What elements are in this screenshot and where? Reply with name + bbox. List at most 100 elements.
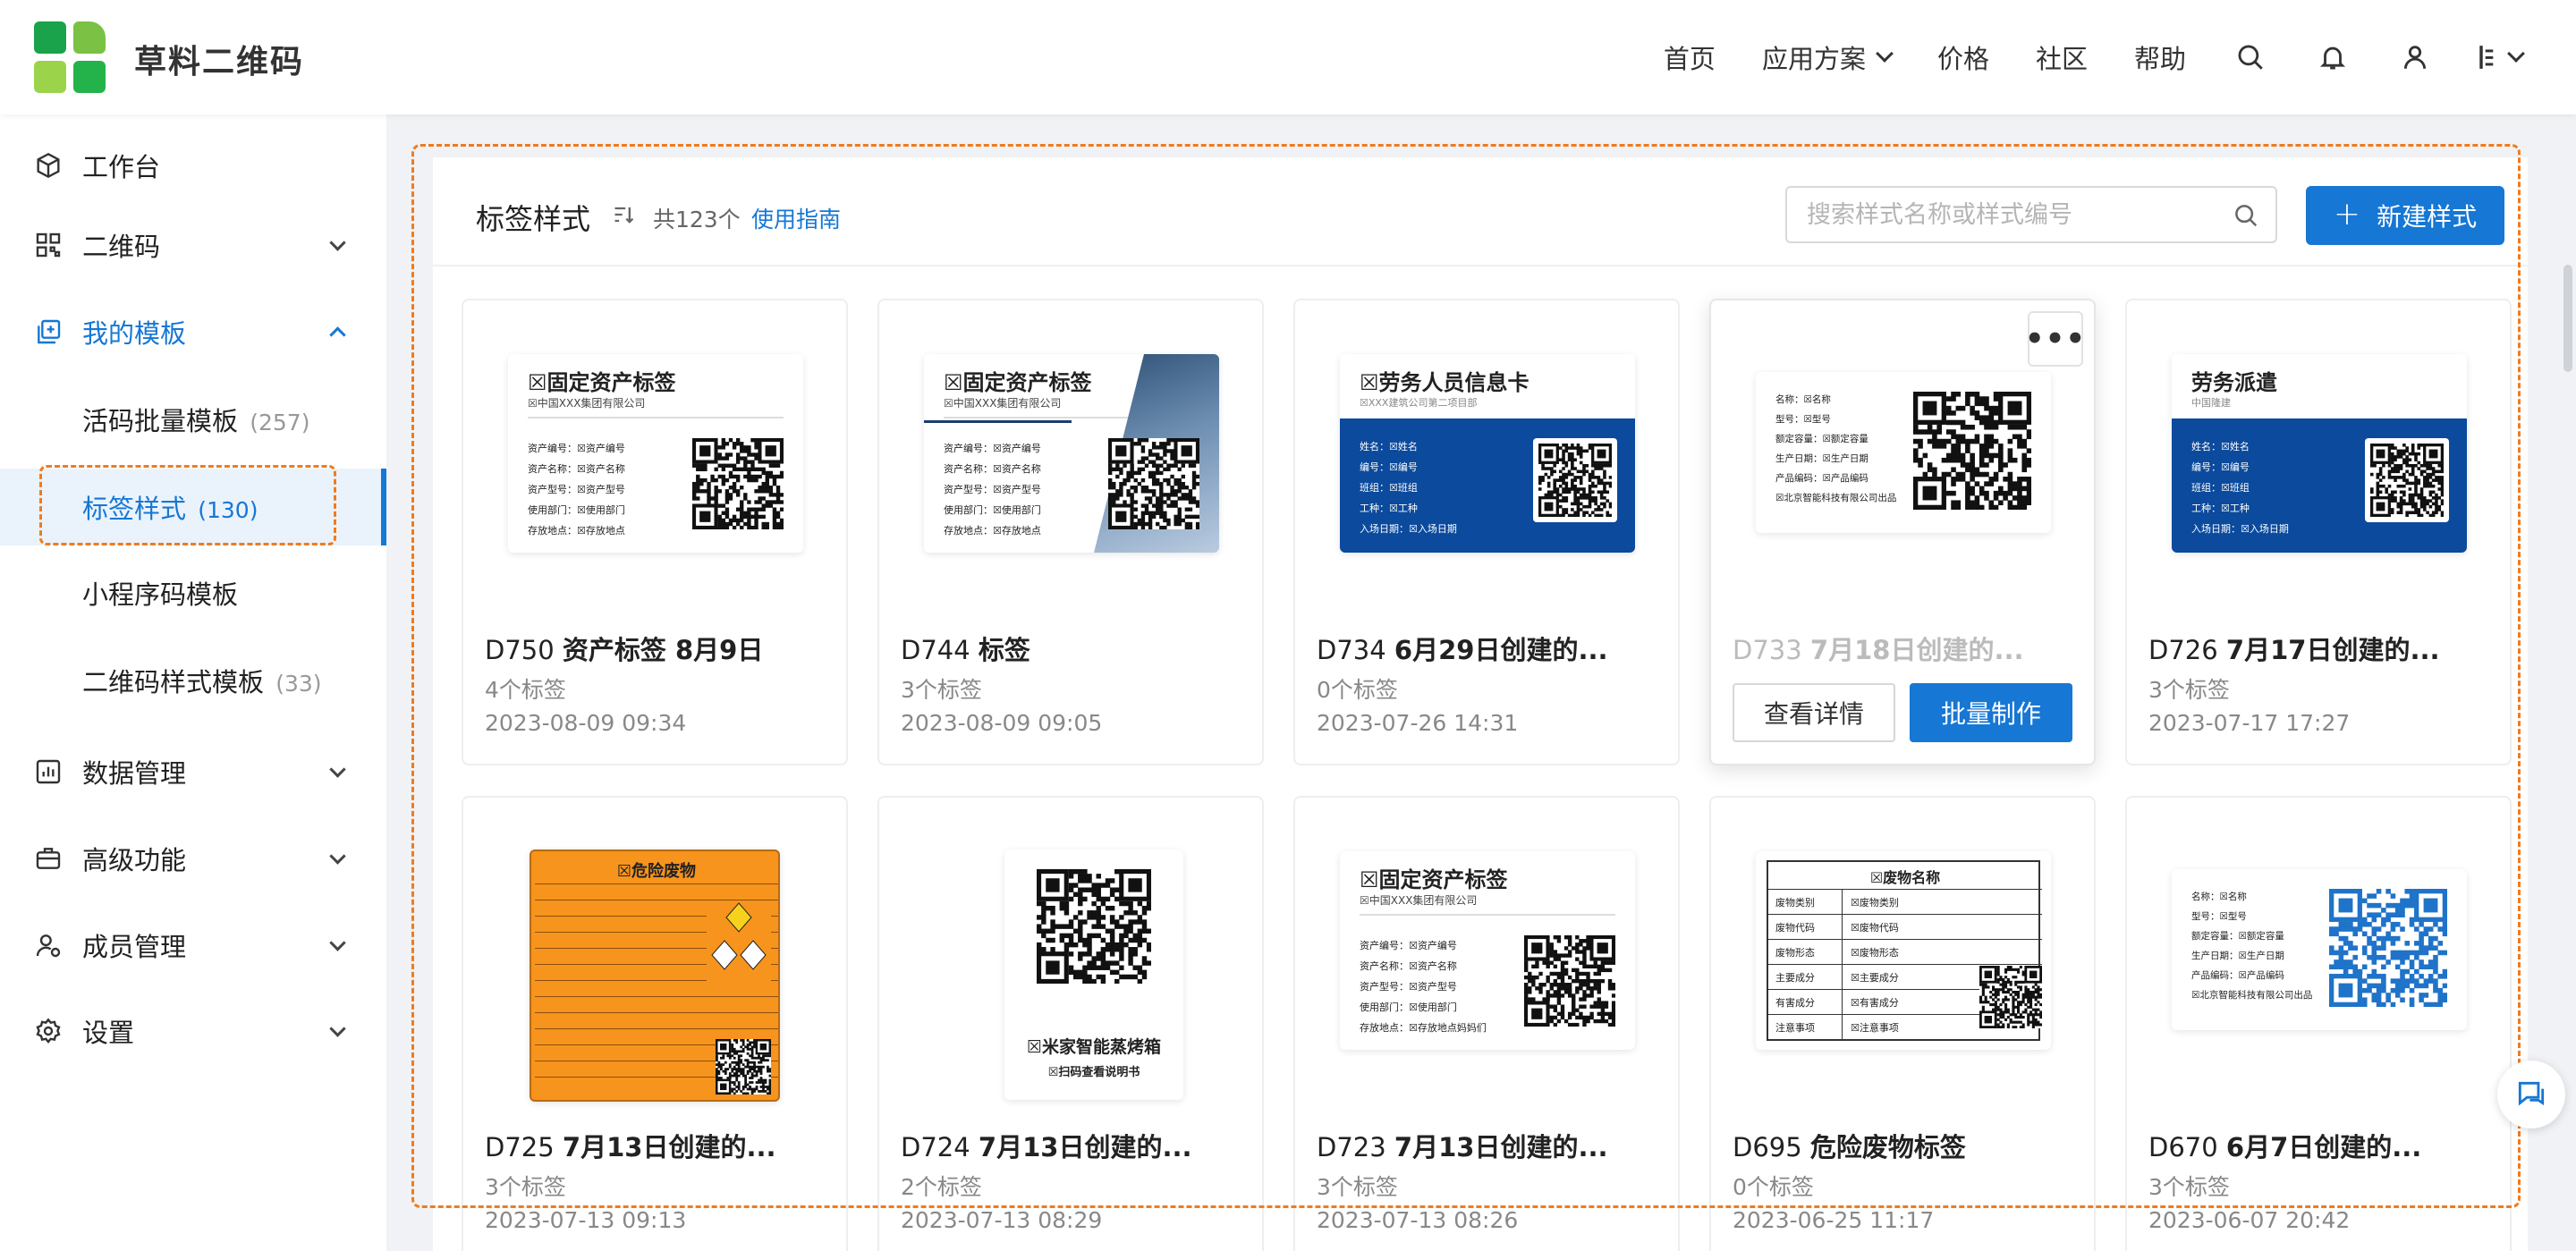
sidebar-item-settings[interactable]: 设置 bbox=[0, 995, 386, 1067]
card-thumbnail: 劳务派遣 中国隆建 姓名：☒姓名 编号：☒编号 班组：☒班组 工种：☒工种 入场日期：☒入场… bbox=[2172, 354, 2467, 553]
sidebar-item-data[interactable]: 数据管理 bbox=[0, 736, 386, 807]
qr-code-image bbox=[1538, 444, 1613, 518]
search-input[interactable] bbox=[1807, 197, 2218, 232]
card-thumbnail: ☒危险废物 bbox=[508, 849, 803, 1102]
card-title: D750 资产标签 8月9日 bbox=[485, 630, 763, 667]
label-count: 2个标签 bbox=[901, 1174, 982, 1200]
chevron-down-icon bbox=[329, 1019, 346, 1037]
label-style-card[interactable]: 劳务派遣 中国隆建 姓名：☒姓名 编号：☒编号 班组：☒班组 工种：☒工种 入场日期：☒入场… bbox=[2125, 299, 2512, 765]
card-code: D724 bbox=[901, 1132, 970, 1162]
label-count: 3个标签 bbox=[901, 677, 982, 703]
chevron-down-icon bbox=[329, 233, 346, 251]
label-style-card[interactable]: ☒固定资产标签 ☒中国XXX集团有限公司 资产编号：☒资产编号 资产名称：☒资产名称资… bbox=[1293, 796, 1680, 1251]
card-thumbnail: ☒废物名称 废物类别 ☒废物类别 废物代码 ☒废物代码 废物形态 ☒废物形态 主要成分 ☒主要成… bbox=[1756, 851, 2051, 1050]
label-field: 资产名称：☒资产名称 bbox=[944, 463, 1041, 475]
card-title: D744 标签 bbox=[901, 630, 1030, 667]
selection-highlight bbox=[39, 465, 336, 545]
card-thumbnail: ☒固定资产标签 ☒中国XXX集团有限公司 资产编号：☒资产编号 资产名称：☒资产名称资… bbox=[1340, 851, 1635, 1050]
sidebar-subitem-batch-templates[interactable]: 活码批量模板 (257) bbox=[0, 381, 386, 458]
card-title: D733 7月18日创建的... bbox=[1733, 630, 2024, 667]
scrollbar[interactable] bbox=[2563, 265, 2572, 372]
sidebar-item-advanced[interactable]: 高级功能 bbox=[0, 823, 386, 894]
label-title: ☒危险废物 bbox=[616, 862, 697, 881]
label-style-card[interactable]: ☒劳务人员信息卡 ☒XXX建筑公司第二项目部 姓名：☒姓名 编号：☒编号 班组：☒班组工… bbox=[1293, 299, 1680, 765]
sidebar-item-qrcode[interactable]: 二维码 bbox=[0, 209, 386, 281]
chat-button[interactable] bbox=[2497, 1061, 2565, 1128]
qr-code-image bbox=[2329, 889, 2448, 1008]
language-icon bbox=[2479, 46, 2494, 69]
search-box bbox=[1785, 186, 2277, 243]
label-style-card[interactable]: ☒废物名称 废物类别 ☒废物类别 废物代码 ☒废物代码 废物形态 ☒废物形态 主要成分 ☒主要成… bbox=[1709, 796, 2096, 1251]
sidebar-subitem-qr-style-templates[interactable]: 二维码样式模板 (33) bbox=[0, 642, 386, 719]
new-style-button[interactable]: + 新建样式 bbox=[2306, 186, 2504, 245]
nav-home[interactable]: 首页 bbox=[1664, 38, 1716, 76]
card-code: D726 bbox=[2148, 635, 2218, 665]
sidebar-item-my-templates[interactable]: 我的模板 bbox=[0, 296, 386, 368]
label-title: ☒固定资产标签 bbox=[944, 370, 1092, 395]
nav-pricing[interactable]: 价格 bbox=[1937, 38, 1989, 76]
more-options-button[interactable]: ••• bbox=[2025, 311, 2085, 367]
qr-code-image bbox=[1108, 438, 1200, 530]
card-title: D670 6月7日创建的... bbox=[2148, 1127, 2421, 1164]
label-field: 入场日期：☒入场日期 bbox=[1360, 523, 1457, 535]
card-name: 6月7日创建的... bbox=[2225, 1132, 2422, 1162]
label-preview: 名称：☒名称 型号：☒型号 额定容量：☒额定容量 生产日期：☒生产日期 产品编码：☒产品… bbox=[1756, 372, 2051, 533]
bell-icon[interactable] bbox=[2315, 39, 2351, 75]
nav-help[interactable]: 帮助 bbox=[2134, 38, 2186, 76]
card-code: D670 bbox=[2148, 1132, 2218, 1162]
card-name: 7月18日创建的... bbox=[1809, 635, 2024, 665]
sidebar-item-members[interactable]: 成员管理 bbox=[0, 909, 386, 981]
card-code: D734 bbox=[1317, 635, 1386, 665]
label-style-card[interactable]: ☒固定资产标签 ☒中国XXX集团有限公司 资产编号：☒资产编号 资产名称：☒资产名称资… bbox=[462, 299, 848, 765]
label-field: 存放地点：☒存放地点 bbox=[528, 525, 625, 537]
label-fields: 资产编号：☒资产编号 资产名称：☒资产名称 资产型号：☒资产型号 使用部门：☒使用部门… bbox=[528, 438, 625, 541]
label-style-card[interactable]: 名称：☒名称 型号：☒型号 额定容量：☒额定容量 生产日期：☒生产日期 产品编码：☒产品… bbox=[2125, 796, 2512, 1251]
label-style-card[interactable]: ☒米家智能蒸烤箱 ☒扫码查看说明书 D724 7月13日创建的... 2个标签 2023… bbox=[877, 796, 1264, 1251]
usage-guide-link[interactable]: 使用指南 bbox=[751, 202, 841, 234]
card-title: D734 6月29日创建的... bbox=[1317, 630, 1608, 667]
created-date: 2023-07-13 08:26 bbox=[1317, 1207, 1519, 1233]
brand-name[interactable]: 草料二维码 bbox=[134, 36, 304, 82]
label-fields: 名称：☒名称 型号：☒型号 额定容量：☒额定容量 生产日期：☒生产日期 产品编码：☒产品… bbox=[1775, 390, 1896, 508]
search-icon[interactable] bbox=[2233, 202, 2259, 229]
language-switcher[interactable] bbox=[2479, 44, 2525, 71]
card-thumbnail: ☒固定资产标签 ☒中国XXX集团有限公司 资产编号：☒资产编号 资产名称：☒资产名称资… bbox=[508, 354, 803, 553]
card-name: 资产标签 8月9日 bbox=[562, 635, 764, 665]
member-icon bbox=[34, 931, 63, 959]
nav-solutions[interactable]: 应用方案 bbox=[1762, 38, 1894, 76]
label-field: 编号：☒编号 bbox=[1360, 461, 1418, 473]
label-field: 资产名称：☒资产名称 bbox=[1360, 960, 1457, 972]
gear-icon bbox=[34, 1017, 63, 1045]
chevron-down-icon bbox=[329, 934, 346, 951]
user-icon[interactable] bbox=[2397, 39, 2433, 75]
sort-icon[interactable] bbox=[612, 202, 637, 227]
logo-icon[interactable] bbox=[34, 21, 107, 95]
label-preview: ☒劳务人员信息卡 ☒XXX建筑公司第二项目部 姓名：☒姓名 编号：☒编号 班组：☒班组工… bbox=[1340, 354, 1635, 553]
created-date: 2023-08-09 09:05 bbox=[901, 710, 1103, 736]
label-title: ☒废物名称 bbox=[1869, 869, 1941, 886]
search-icon[interactable] bbox=[2233, 39, 2268, 75]
card-name: 7月13日创建的... bbox=[1394, 1132, 1608, 1162]
view-details-button[interactable]: 查看详情 bbox=[1733, 683, 1895, 742]
label-field: 资产型号：☒资产型号 bbox=[1360, 981, 1457, 993]
label-count: 4个标签 bbox=[485, 677, 566, 703]
sidebar-subitem-miniprogram[interactable]: 小程序码模板 bbox=[0, 554, 386, 631]
label-count: 0个标签 bbox=[1317, 677, 1398, 703]
qr-code-image bbox=[1524, 935, 1616, 1027]
label-style-card[interactable]: 名称：☒名称 型号：☒型号 额定容量：☒额定容量 生产日期：☒生产日期 产品编码：☒产品… bbox=[1709, 299, 2096, 765]
plus-icon: + bbox=[2333, 195, 2361, 232]
card-name: 7月13日创建的... bbox=[562, 1132, 776, 1162]
created-date: 2023-07-13 09:13 bbox=[485, 1207, 687, 1233]
label-style-card[interactable]: ☒固定资产标签 ☒中国XXX集团有限公司 资产编号：☒资产编号 资产名称：☒资产名称资… bbox=[877, 299, 1264, 765]
label-style-card[interactable]: ☒危险废物 D725 7月13日创建的... 3个标签 2023-07-13 09:1… bbox=[462, 796, 848, 1251]
nav-community[interactable]: 社区 bbox=[2036, 38, 2088, 76]
card-code: D750 bbox=[485, 635, 555, 665]
label-count: 0个标签 bbox=[1733, 1174, 1814, 1200]
page-title: 标签样式 bbox=[476, 202, 591, 236]
batch-create-button[interactable]: 批量制作 bbox=[1910, 683, 2072, 742]
card-code: D744 bbox=[901, 635, 970, 665]
sidebar: 工作台 二维码 我的模板 活码批量模板 (257) 标签样式 (130) 小程序… bbox=[0, 114, 386, 1251]
label-preview: ☒危险废物 bbox=[530, 849, 780, 1102]
sidebar-item-workbench[interactable]: 工作台 bbox=[0, 130, 386, 201]
chevron-down-icon bbox=[329, 847, 346, 865]
